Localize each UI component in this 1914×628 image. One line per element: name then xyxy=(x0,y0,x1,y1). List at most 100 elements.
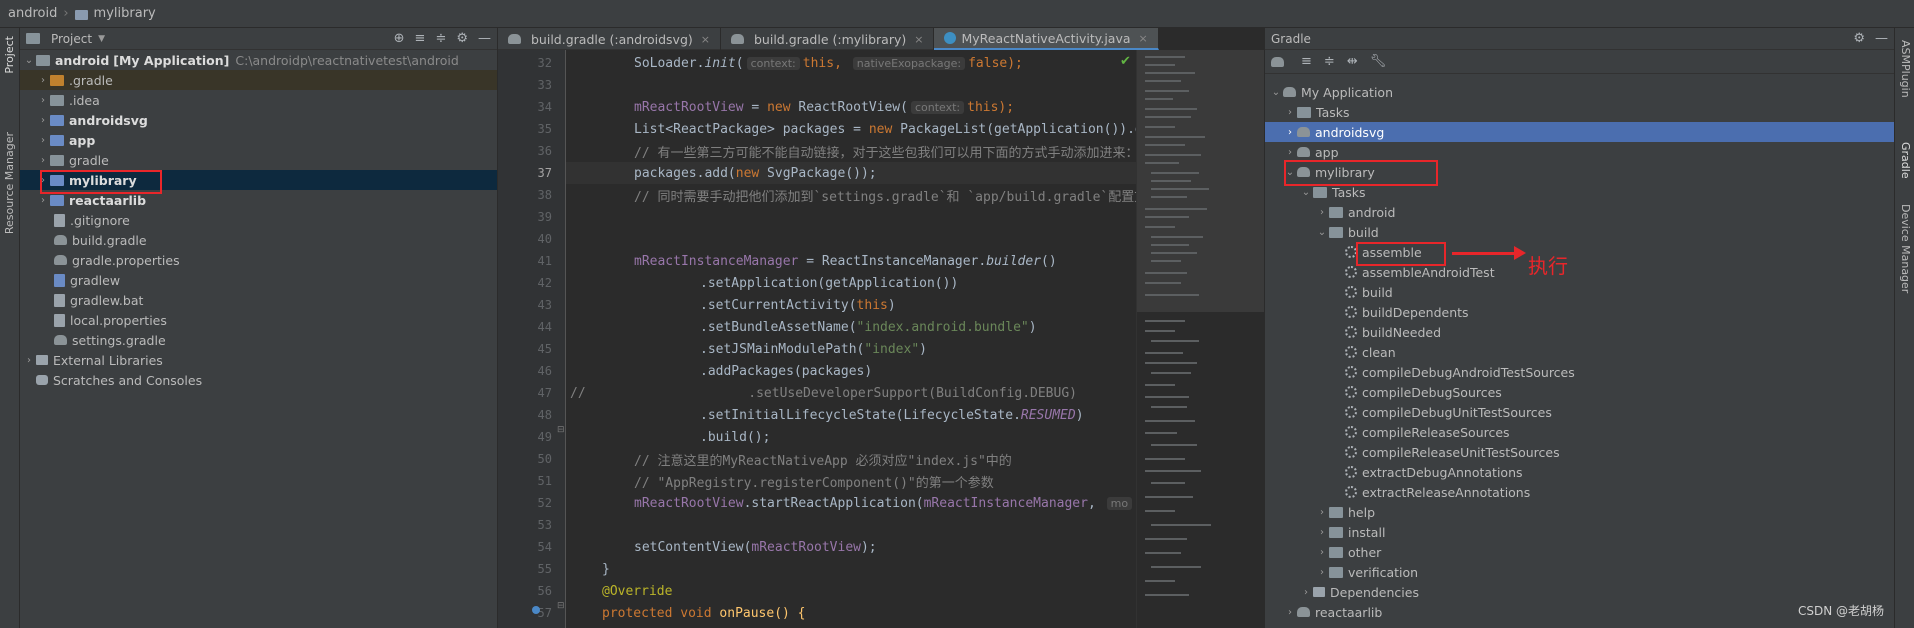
gradle-task-compile-debug-android-test-sources[interactable]: compileDebugAndroidTestSources xyxy=(1265,362,1894,382)
minimize-icon[interactable]: — xyxy=(1875,31,1888,46)
tree-item-gradlew[interactable]: gradlew xyxy=(20,270,497,290)
collapse-all-icon[interactable]: ≑ xyxy=(1324,54,1335,69)
close-icon[interactable]: × xyxy=(701,33,710,46)
chevron-right-icon[interactable]: › xyxy=(1283,107,1297,118)
gradle-item-my-application[interactable]: ⌄ My Application xyxy=(1265,82,1894,102)
gradle-item-app[interactable]: › app xyxy=(1265,142,1894,162)
gradle-item-androidsvg[interactable]: › androidsvg xyxy=(1265,122,1894,142)
gradle-task-compile-release-sources[interactable]: compileReleaseSources xyxy=(1265,422,1894,442)
gradle-item-install[interactable]: › install xyxy=(1265,522,1894,542)
breadcrumb-root[interactable]: android xyxy=(8,6,57,21)
chevron-right-icon[interactable]: › xyxy=(36,115,50,126)
resource-manager-tool-button[interactable]: Resource Manager xyxy=(3,132,16,234)
tree-item-gitignore[interactable]: .gitignore xyxy=(20,210,497,230)
chevron-right-icon[interactable]: › xyxy=(1315,527,1329,538)
tree-root[interactable]: ⌄ android [My Application] C:\androidp\r… xyxy=(20,50,497,70)
chevron-right-icon[interactable]: › xyxy=(1315,207,1329,218)
gradle-item-mylibrary-tasks[interactable]: ⌄ Tasks xyxy=(1265,182,1894,202)
expand-all-icon[interactable]: ≡ xyxy=(415,31,426,46)
chevron-right-icon[interactable]: › xyxy=(22,355,36,366)
tree-item-androidsvg[interactable]: › androidsvg xyxy=(20,110,497,130)
chevron-right-icon[interactable]: › xyxy=(36,195,50,206)
tree-item-reactaarlib[interactable]: › reactaarlib xyxy=(20,190,497,210)
breadcrumb-child[interactable]: mylibrary xyxy=(94,6,156,21)
chevron-right-icon[interactable]: › xyxy=(1299,587,1313,598)
tree-item-scratches[interactable]: Scratches and Consoles xyxy=(20,370,497,390)
minimize-icon[interactable]: — xyxy=(478,31,491,46)
project-panel-title[interactable]: Project xyxy=(51,32,92,46)
device-manager-tool-button[interactable]: Device Manager xyxy=(1899,204,1912,293)
gradle-item-build-group[interactable]: ⌄ build xyxy=(1265,222,1894,242)
gradle-task-build-dependents[interactable]: buildDependents xyxy=(1265,302,1894,322)
gear-icon[interactable]: ⚙ xyxy=(456,31,468,46)
gradle-item-dependencies[interactable]: › Dependencies xyxy=(1265,582,1894,602)
gradle-item-help[interactable]: › help xyxy=(1265,502,1894,522)
chevron-right-icon[interactable]: › xyxy=(36,75,50,86)
chevron-down-icon[interactable]: ⌄ xyxy=(1315,227,1329,238)
chevron-down-icon[interactable]: ▼ xyxy=(98,34,105,44)
minimap[interactable] xyxy=(1136,50,1265,628)
chevron-down-icon[interactable]: ⌄ xyxy=(1283,167,1297,178)
gradle-task-build[interactable]: build xyxy=(1265,282,1894,302)
chevron-down-icon[interactable]: ⌄ xyxy=(1269,87,1283,98)
close-icon[interactable]: × xyxy=(914,33,923,46)
toggle-offline-icon[interactable]: ⇹ xyxy=(1347,54,1358,69)
chevron-right-icon[interactable]: › xyxy=(1283,147,1297,158)
gradle-task-compile-debug-sources[interactable]: compileDebugSources xyxy=(1265,382,1894,402)
collapse-all-icon[interactable]: ≑ xyxy=(435,31,446,46)
gradle-item-other[interactable]: › other xyxy=(1265,542,1894,562)
chevron-down-icon[interactable]: ⌄ xyxy=(1299,187,1313,198)
gradle-task-compile-debug-unit-test-sources[interactable]: compileDebugUnitTestSources xyxy=(1265,402,1894,422)
gradle-task-clean[interactable]: clean xyxy=(1265,342,1894,362)
tree-item-mylibrary[interactable]: › mylibrary xyxy=(20,170,497,190)
gradle-task-assemble[interactable]: assemble xyxy=(1265,242,1894,262)
tree-item-local-properties[interactable]: local.properties xyxy=(20,310,497,330)
gradle-elephant-icon[interactable] xyxy=(1271,56,1284,67)
chevron-right-icon[interactable]: › xyxy=(36,135,50,146)
chevron-right-icon[interactable]: › xyxy=(36,95,50,106)
gradle-item-mylibrary[interactable]: ⌄ mylibrary xyxy=(1265,162,1894,182)
gradle-task-assemble-android-test[interactable]: assembleAndroidTest xyxy=(1265,262,1894,282)
gradle-task-extract-debug-annotations[interactable]: extractDebugAnnotations xyxy=(1265,462,1894,482)
chevron-right-icon[interactable]: › xyxy=(36,175,50,186)
gradle-task-build-needed[interactable]: buildNeeded xyxy=(1265,322,1894,342)
tree-item-external-libraries[interactable]: › External Libraries xyxy=(20,350,497,370)
tab-myreactnativeactivity[interactable]: MyReactNativeActivity.java × xyxy=(934,28,1159,50)
tree-item-build-gradle[interactable]: build.gradle xyxy=(20,230,497,250)
tab-build-gradle-androidsvg[interactable]: build.gradle (:androidsvg) × xyxy=(498,28,721,50)
expand-all-icon[interactable]: ≡ xyxy=(1301,54,1312,69)
chevron-right-icon[interactable]: › xyxy=(1283,127,1297,138)
tree-item-gradle[interactable]: › gradle xyxy=(20,150,497,170)
chevron-right-icon[interactable]: › xyxy=(1315,547,1329,558)
watermark: CSDN @老胡杨 xyxy=(1798,604,1885,618)
tree-item-gradle-dir[interactable]: › .gradle xyxy=(20,70,497,90)
close-icon[interactable]: × xyxy=(1139,32,1148,45)
gradle-tool-button[interactable]: Gradle xyxy=(1899,142,1912,179)
asm-plugin-tool-button[interactable]: ASMPlugin xyxy=(1899,40,1912,98)
gear-icon[interactable]: ⚙ xyxy=(1853,31,1865,46)
tree-item-app[interactable]: › app xyxy=(20,130,497,150)
locate-icon[interactable]: ⊕ xyxy=(394,31,405,46)
gradle-task-extract-release-annotations[interactable]: extractReleaseAnnotations xyxy=(1265,482,1894,502)
code-editor[interactable]: SoLoader. init(context: this, nativeExopac… xyxy=(566,50,1136,628)
tree-item-gradlew-bat[interactable]: gradlew.bat xyxy=(20,290,497,310)
tree-item-gradle-properties[interactable]: gradle.properties xyxy=(20,250,497,270)
chevron-right-icon[interactable]: › xyxy=(1315,567,1329,578)
gradle-item-verification[interactable]: › verification xyxy=(1265,562,1894,582)
override-marker-icon[interactable] xyxy=(532,606,540,614)
fold-icon[interactable]: ⊟ xyxy=(557,601,565,611)
chevron-right-icon[interactable]: › xyxy=(1315,507,1329,518)
fold-icon[interactable]: ⊟ xyxy=(557,425,565,435)
gradle-task-compile-release-unit-test-sources[interactable]: compileReleaseUnitTestSources xyxy=(1265,442,1894,462)
wrench-icon[interactable]: 🔧︎ xyxy=(1370,54,1387,69)
tab-build-gradle-mylibrary[interactable]: build.gradle (:mylibrary) × xyxy=(721,28,935,50)
chevron-right-icon[interactable]: › xyxy=(1283,607,1297,618)
project-tool-button[interactable]: Project xyxy=(3,36,16,74)
chevron-right-icon[interactable]: › xyxy=(36,155,50,166)
gradle-item-tasks[interactable]: › Tasks xyxy=(1265,102,1894,122)
checkmark-icon[interactable]: ✔ xyxy=(1120,54,1131,69)
tree-item-idea[interactable]: › .idea xyxy=(20,90,497,110)
gradle-item-android[interactable]: › android xyxy=(1265,202,1894,222)
tree-item-settings-gradle[interactable]: settings.gradle xyxy=(20,330,497,350)
chevron-down-icon[interactable]: ⌄ xyxy=(22,55,36,66)
